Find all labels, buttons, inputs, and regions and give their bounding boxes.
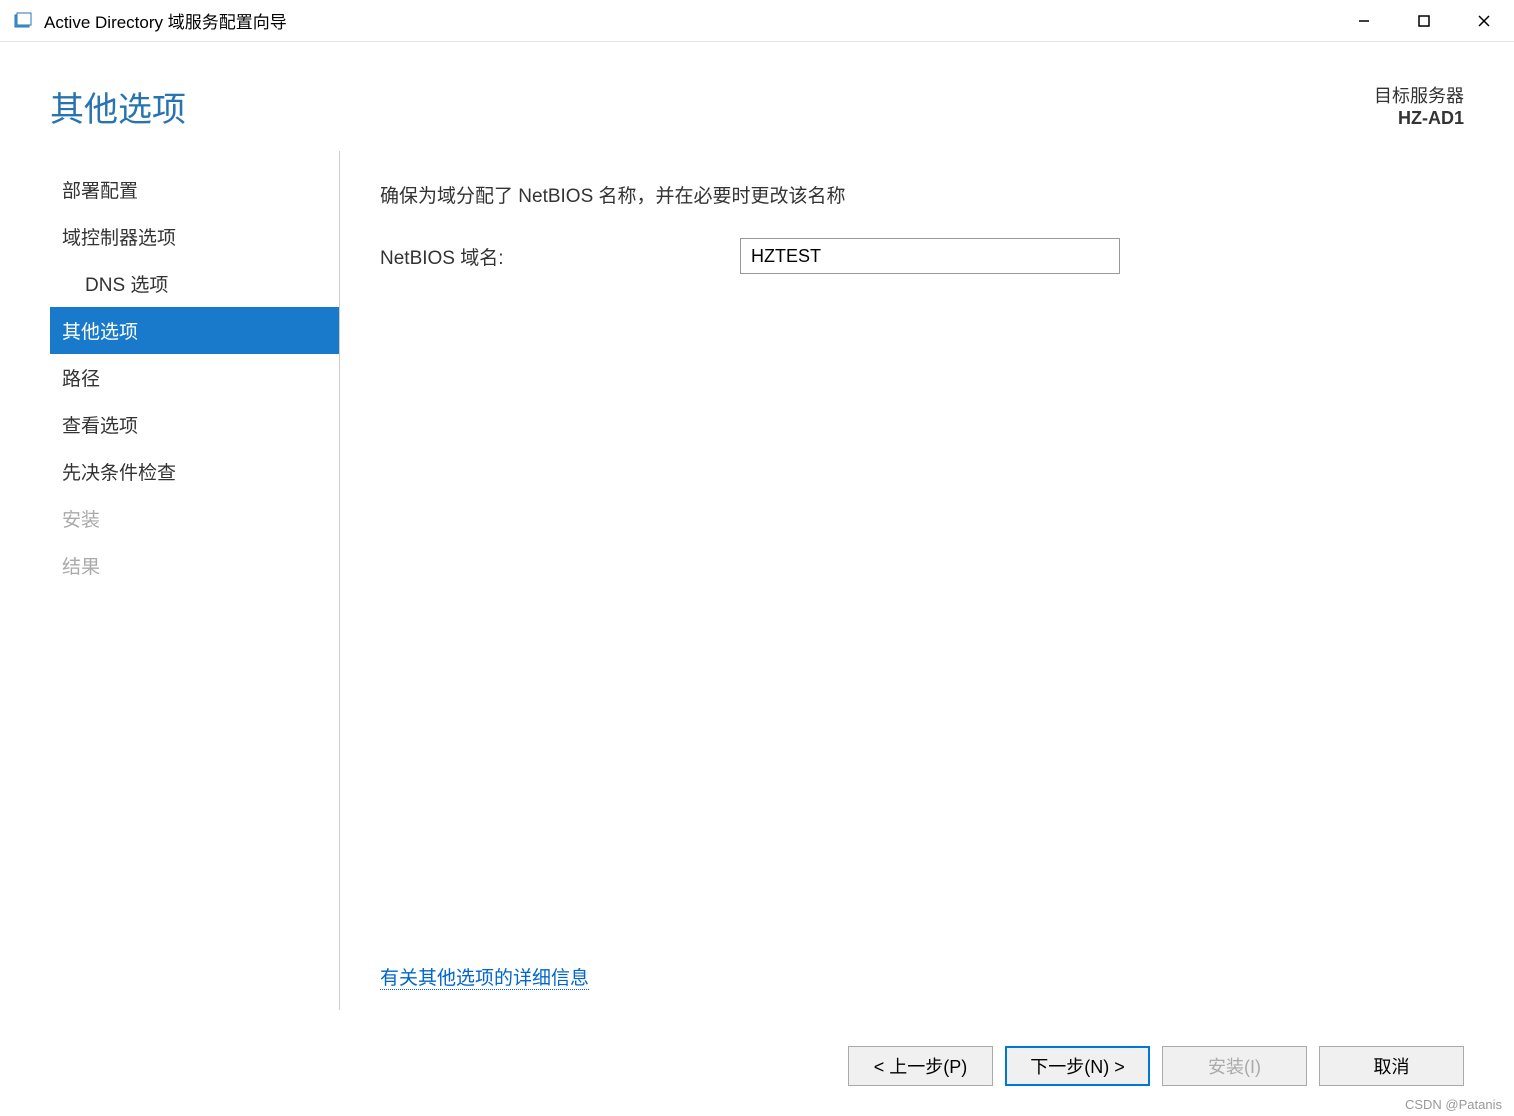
help-link[interactable]: 有关其他选项的详细信息 — [380, 968, 589, 990]
window-title: Active Directory 域服务配置向导 — [44, 8, 1334, 33]
sidebar-item-6[interactable]: 先决条件检查 — [50, 448, 339, 495]
netbios-input[interactable] — [740, 238, 1120, 274]
target-info: 目标服务器 HZ-AD1 — [1374, 82, 1464, 129]
target-server-name: HZ-AD1 — [1374, 108, 1464, 129]
maximize-button[interactable] — [1394, 0, 1454, 41]
install-button[interactable]: 安装(I) — [1162, 1046, 1307, 1086]
header: 其他选项 目标服务器 HZ-AD1 — [0, 42, 1514, 151]
target-server-label: 目标服务器 — [1374, 82, 1464, 108]
close-button[interactable] — [1454, 0, 1514, 41]
instruction-text: 确保为域分配了 NetBIOS 名称，并在必要时更改该名称 — [380, 181, 1434, 208]
cancel-button[interactable]: 取消 — [1319, 1046, 1464, 1086]
button-bar: < 上一步(P) 下一步(N) > 安装(I) 取消 — [0, 1030, 1514, 1116]
sidebar-item-2[interactable]: DNS 选项 — [50, 260, 339, 307]
sidebar-item-4[interactable]: 路径 — [50, 354, 339, 401]
netbios-label: NetBIOS 域名: — [380, 243, 720, 270]
credit-text: CSDN @Patanis — [1405, 1097, 1502, 1112]
window-controls — [1334, 0, 1514, 41]
content: 部署配置域控制器选项DNS 选项其他选项路径查看选项先决条件检查安装结果 确保为… — [0, 151, 1514, 1030]
sidebar-item-5[interactable]: 查看选项 — [50, 401, 339, 448]
sidebar: 部署配置域控制器选项DNS 选项其他选项路径查看选项先决条件检查安装结果 — [50, 151, 340, 1010]
netbios-row: NetBIOS 域名: — [380, 238, 1434, 274]
titlebar: Active Directory 域服务配置向导 — [0, 0, 1514, 42]
previous-button[interactable]: < 上一步(P) — [848, 1046, 993, 1086]
help-link-container: 有关其他选项的详细信息 — [380, 963, 1434, 990]
minimize-button[interactable] — [1334, 0, 1394, 41]
main-panel: 确保为域分配了 NetBIOS 名称，并在必要时更改该名称 NetBIOS 域名… — [340, 151, 1464, 1010]
sidebar-item-7: 安装 — [50, 495, 339, 542]
sidebar-item-0[interactable]: 部署配置 — [50, 166, 339, 213]
app-icon — [12, 10, 34, 32]
sidebar-item-8: 结果 — [50, 542, 339, 589]
sidebar-item-3[interactable]: 其他选项 — [50, 307, 339, 354]
next-button[interactable]: 下一步(N) > — [1005, 1046, 1150, 1086]
page-title: 其他选项 — [50, 82, 186, 131]
sidebar-item-1[interactable]: 域控制器选项 — [50, 213, 339, 260]
